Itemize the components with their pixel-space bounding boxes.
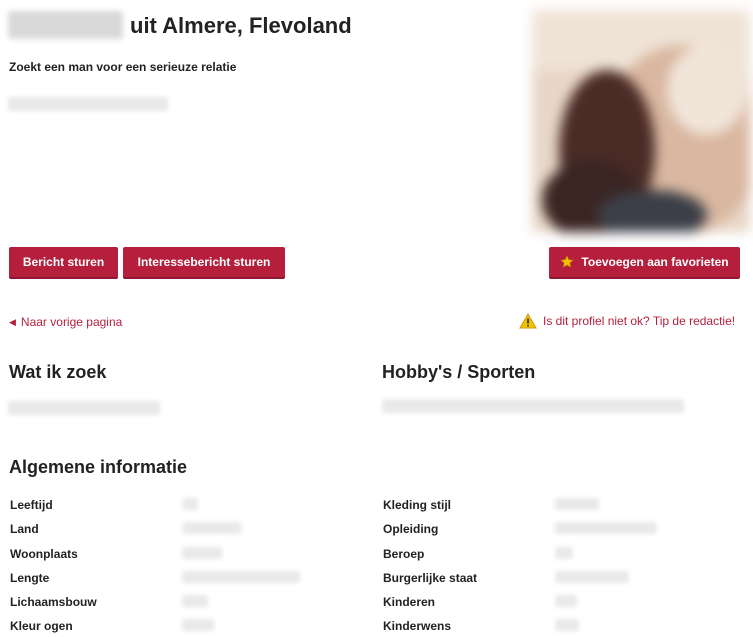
profile-photo[interactable] bbox=[532, 10, 750, 232]
info-label-profession: Beroep bbox=[383, 547, 425, 561]
profile-meta-redacted bbox=[8, 97, 168, 111]
send-interest-button[interactable]: Interessebericht sturen bbox=[123, 247, 285, 279]
send-interest-label: Interessebericht sturen bbox=[137, 255, 271, 269]
info-value-redacted bbox=[182, 522, 242, 534]
info-value-redacted bbox=[555, 498, 599, 510]
warning-icon bbox=[519, 312, 537, 332]
add-favorite-button[interactable]: Toevoegen aan favorieten bbox=[549, 247, 740, 279]
back-link[interactable]: ◀ Naar vorige pagina bbox=[9, 315, 122, 329]
hobbies-redacted bbox=[382, 399, 684, 413]
looking-for-heading: Wat ik zoek bbox=[9, 362, 107, 382]
profile-title: uit Almere, Flevoland bbox=[130, 13, 352, 38]
info-label-height: Lengte bbox=[10, 571, 50, 585]
info-label-wants-children: Kinderwens bbox=[383, 619, 452, 633]
info-value-redacted bbox=[182, 547, 222, 559]
info-label-education: Opleiding bbox=[383, 522, 439, 536]
looking-for-redacted bbox=[8, 401, 160, 415]
hobbies-heading: Hobby's / Sporten bbox=[382, 362, 536, 382]
info-value-redacted bbox=[555, 619, 579, 631]
report-profile-link[interactable]: Is dit profiel niet ok? Tip de redactie! bbox=[519, 312, 736, 332]
send-message-button[interactable]: Bericht sturen bbox=[9, 247, 118, 279]
info-label-eye-color: Kleur ogen bbox=[10, 619, 73, 633]
general-info-heading: Algemene informatie bbox=[9, 457, 188, 477]
info-value-redacted bbox=[555, 595, 577, 607]
add-favorite-label: Toevoegen aan favorieten bbox=[581, 255, 729, 269]
profile-name-redacted bbox=[8, 11, 123, 39]
info-label-age: Leeftijd bbox=[10, 498, 53, 512]
info-value-redacted bbox=[182, 498, 198, 510]
info-label-children: Kinderen bbox=[383, 595, 436, 609]
info-label-marital-status: Burgerlijke staat bbox=[383, 571, 478, 585]
info-label-country: Land bbox=[10, 522, 39, 536]
info-value-redacted bbox=[182, 571, 300, 583]
info-value-redacted bbox=[555, 547, 573, 559]
back-link-label: Naar vorige pagina bbox=[20, 315, 123, 329]
info-label-city: Woonplaats bbox=[10, 547, 78, 561]
info-value-redacted bbox=[182, 595, 208, 607]
info-label-clothing-style: Kleding stijl bbox=[383, 498, 452, 512]
report-link-label: Is dit profiel niet ok? Tip de redactie! bbox=[543, 314, 736, 328]
chevron-left-icon: ◀ bbox=[9, 317, 16, 327]
profile-tagline: Zoekt een man voor een serieuze relatie bbox=[9, 60, 237, 74]
star-icon bbox=[560, 255, 574, 269]
send-message-label: Bericht sturen bbox=[22, 255, 105, 269]
info-label-build: Lichaamsbouw bbox=[10, 595, 97, 609]
info-value-redacted bbox=[182, 619, 214, 631]
info-value-redacted bbox=[555, 571, 629, 583]
info-value-redacted bbox=[555, 522, 657, 534]
